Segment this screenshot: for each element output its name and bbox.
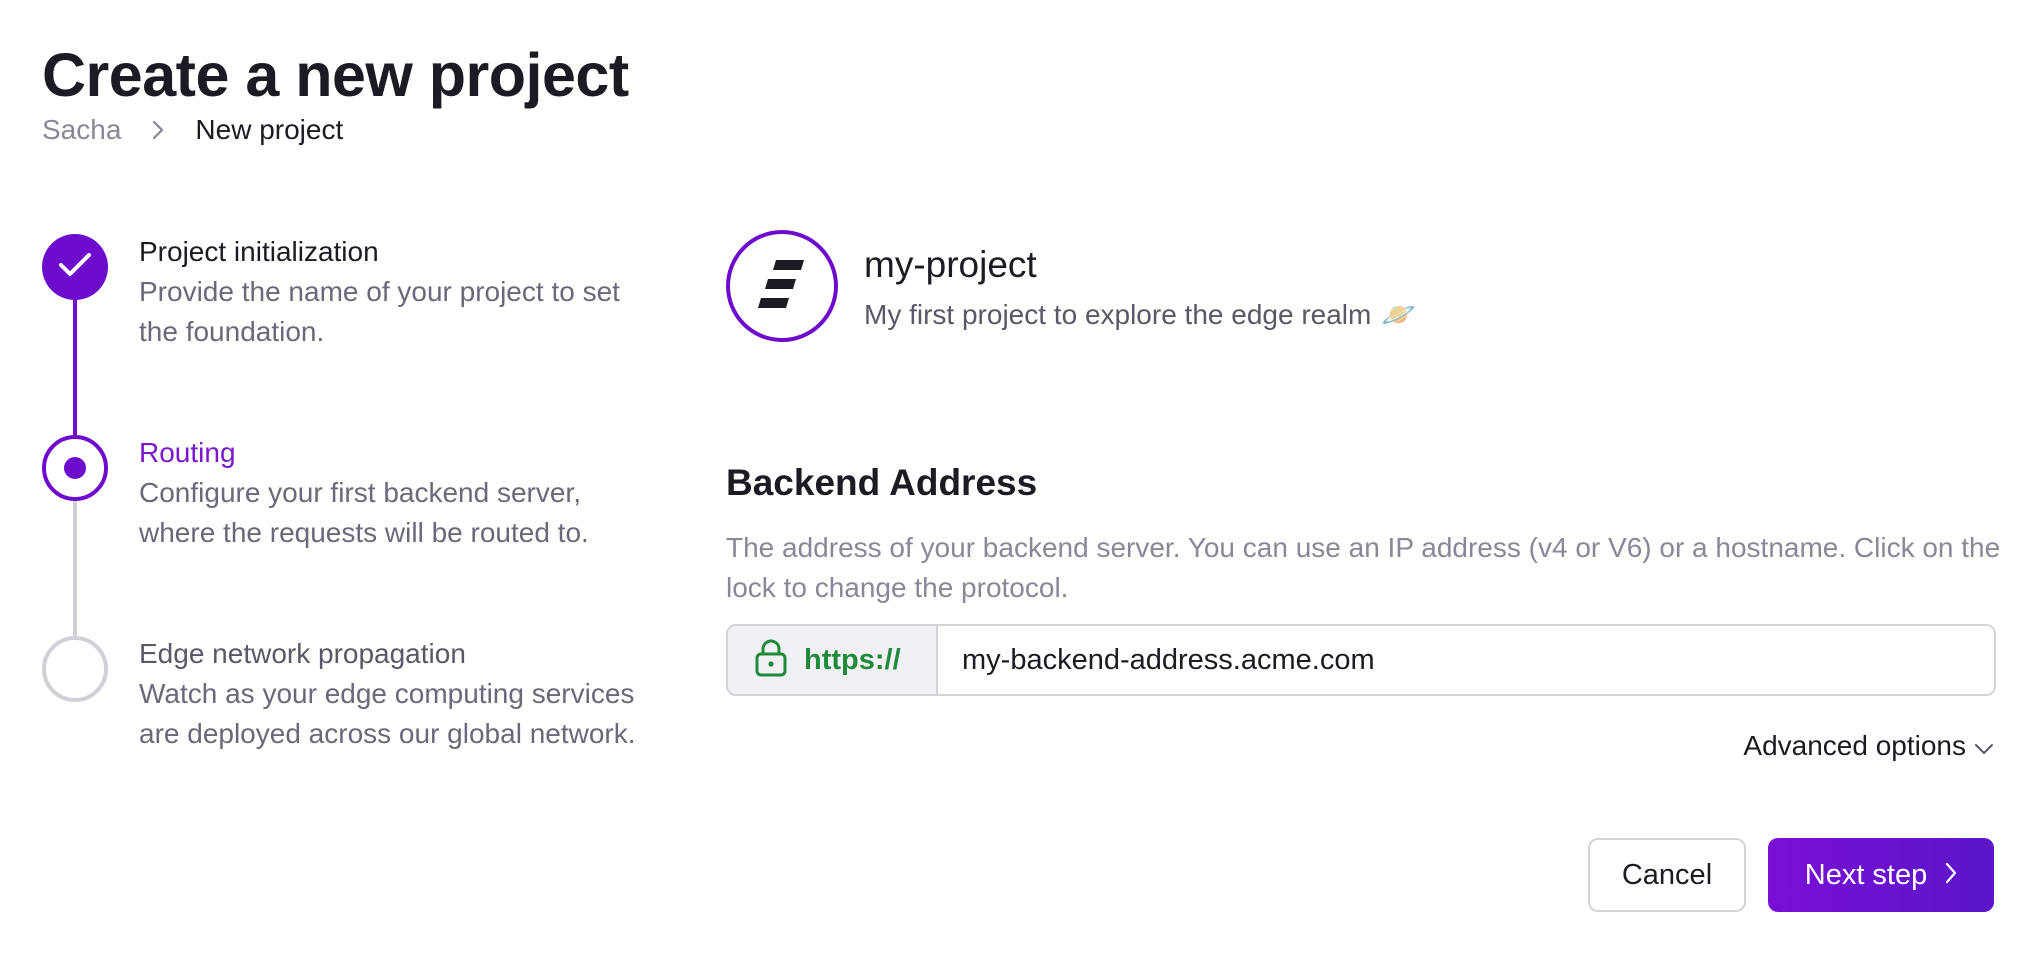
step-connector-pending <box>73 500 77 638</box>
progress-stepper: Project initialization Provide the name … <box>42 234 642 814</box>
logo-icon <box>758 257 806 316</box>
step-connector-complete <box>73 298 77 436</box>
step-title: Project initialization <box>139 236 379 267</box>
project-name: my-project <box>864 244 1037 285</box>
backend-address-description: The address of your backend server. You … <box>726 532 2001 603</box>
breadcrumb-current: New project <box>195 114 344 145</box>
step-description: Configure your first backend server, whe… <box>139 477 589 548</box>
page-title: Create a new project <box>42 41 629 109</box>
backend-address-title: Backend Address <box>726 462 1038 503</box>
check-icon <box>58 252 92 283</box>
breadcrumb: Sacha New project <box>42 114 343 146</box>
breadcrumb-root[interactable]: Sacha <box>42 114 121 146</box>
step-title: Routing <box>139 437 236 468</box>
step-current-indicator <box>42 435 108 501</box>
advanced-options-toggle[interactable]: Advanced options <box>1743 730 1994 762</box>
project-description-row: My first project to explore the edge rea… <box>864 298 1416 331</box>
protocol-toggle-button[interactable]: https:// <box>728 626 938 694</box>
current-dot-icon <box>64 457 86 479</box>
step-description: Provide the name of your project to set … <box>139 276 620 347</box>
lock-icon[interactable] <box>754 639 788 682</box>
backend-address-input[interactable] <box>938 626 1994 694</box>
step-complete-indicator <box>42 234 108 300</box>
chevron-right-icon <box>149 116 167 144</box>
project-avatar <box>726 230 838 342</box>
backend-address-field: https:// <box>726 624 1996 696</box>
chevron-right-icon <box>1945 859 1957 892</box>
next-step-label: Next step <box>1804 858 1928 891</box>
step-edge-network-propagation: Edge network propagation Watch as your e… <box>139 636 639 754</box>
step-project-initialization: Project initialization Provide the name … <box>139 234 639 352</box>
advanced-options-label: Advanced options <box>1743 730 1966 761</box>
planet-emoji: 🪐 <box>1381 299 1417 330</box>
chevron-down-icon <box>1974 730 1994 762</box>
create-project-page: Create a new project Sacha New project P… <box>0 0 2028 960</box>
step-description: Watch as your edge computing services ar… <box>139 678 636 749</box>
project-description: My first project to explore the edge rea… <box>864 298 1372 330</box>
protocol-label: https:// <box>804 643 901 676</box>
step-pending-indicator <box>42 636 108 702</box>
cancel-button[interactable]: Cancel <box>1588 838 1746 912</box>
step-routing: Routing Configure your first backend ser… <box>139 435 639 553</box>
step-title: Edge network propagation <box>139 638 466 669</box>
next-step-button[interactable]: Next step <box>1768 838 1994 912</box>
